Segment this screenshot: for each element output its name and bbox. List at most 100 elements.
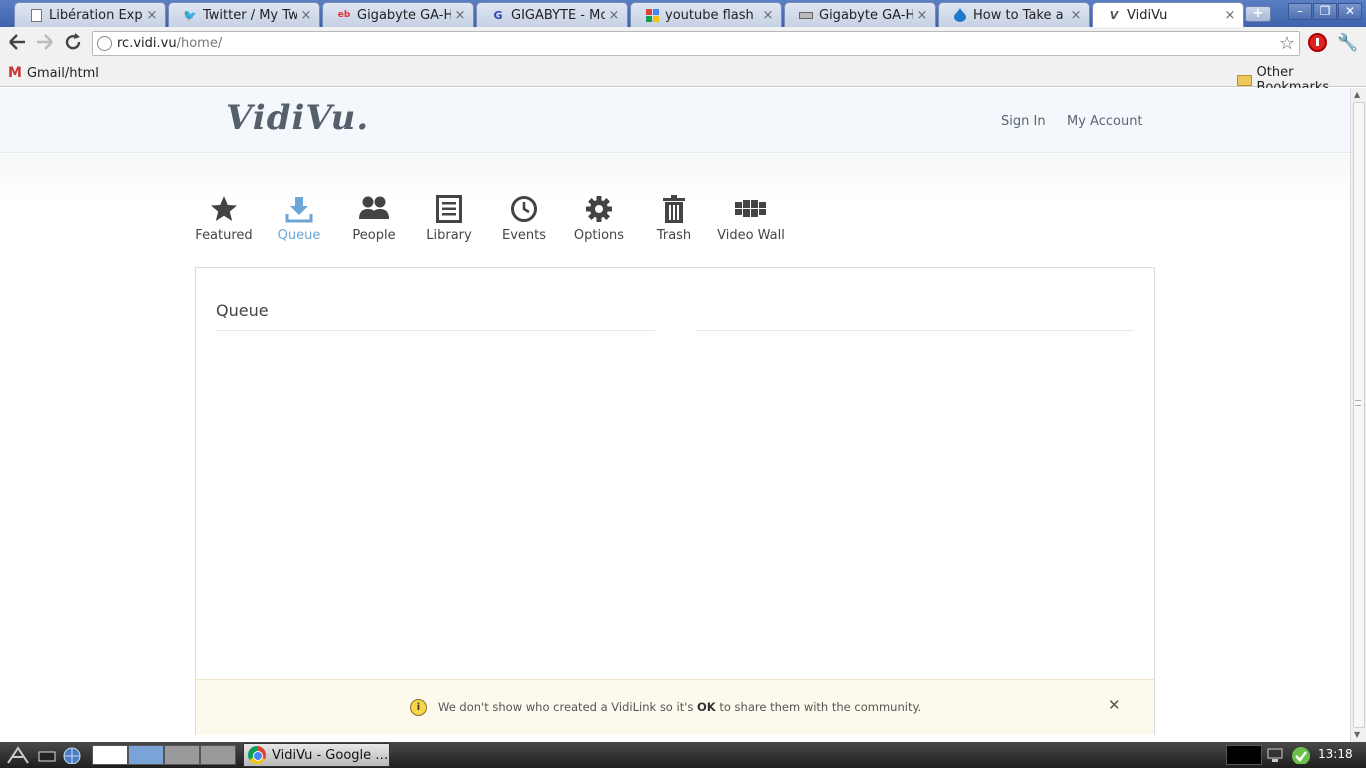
bookmark-gmail[interactable]: M Gmail/html	[8, 65, 99, 81]
my-account-link[interactable]: My Account	[1067, 114, 1143, 129]
forward-arrow-icon	[37, 34, 53, 50]
nav-featured[interactable]: Featured	[189, 194, 259, 243]
desktop-4[interactable]	[200, 745, 236, 765]
close-icon[interactable]: ×	[451, 8, 469, 23]
tab-liberation[interactable]: Libération Exp… ×	[14, 2, 166, 27]
nav-label: Options	[573, 228, 625, 243]
drive-icon	[799, 8, 813, 22]
nav-label: Featured	[195, 228, 253, 243]
nav-video-wall[interactable]: Video Wall	[716, 194, 786, 243]
ebay-icon: eb	[337, 10, 351, 20]
sign-in-link[interactable]: Sign In	[1001, 114, 1046, 129]
reload-icon	[65, 33, 81, 50]
scroll-up-icon[interactable]: ▲	[1354, 90, 1360, 99]
desktop-3[interactable]	[164, 745, 200, 765]
vertical-scrollbar[interactable]: ▲ ▼	[1350, 88, 1366, 742]
tab-gigabyte-2[interactable]: Gigabyte GA-H… ×	[784, 2, 936, 27]
tab-title: Libération Exp…	[49, 7, 143, 23]
nav-label: Queue	[277, 228, 321, 243]
tab-title: Gigabyte GA-H…	[819, 7, 913, 23]
new-tab-button[interactable]: +	[1245, 6, 1271, 22]
divider	[216, 330, 655, 331]
drupal-icon	[953, 8, 967, 22]
nav-queue[interactable]: Queue	[264, 194, 334, 243]
scroll-down-icon[interactable]: ▼	[1354, 730, 1360, 739]
tab-gigabyte[interactable]: G GIGABYTE - Mo… ×	[476, 2, 628, 27]
tab-title: How to Take a …	[973, 7, 1067, 23]
network-icon[interactable]	[1266, 746, 1284, 764]
site-logo[interactable]: VidiVu.	[226, 98, 369, 138]
tab-ebay[interactable]: eb Gigabyte GA-H… ×	[322, 2, 474, 27]
task-label: VidiVu - Google …	[272, 747, 389, 763]
notice-text: We don't show who created a VidiLink so …	[438, 700, 698, 714]
taskbar-chrome-window[interactable]: VidiVu - Google …	[243, 743, 390, 767]
nav-people[interactable]: People	[339, 194, 409, 243]
bookmark-label: Gmail/html	[26, 65, 99, 81]
chrome-icon	[248, 746, 266, 764]
close-icon[interactable]: ×	[1221, 8, 1239, 23]
nav-trash[interactable]: Trash	[639, 194, 709, 243]
nav-label: Video Wall	[717, 228, 785, 243]
tab-youtube-flash[interactable]: youtube flash … ×	[630, 2, 782, 27]
restore-button[interactable]: ❐	[1313, 3, 1337, 20]
start-menu-icon[interactable]	[6, 746, 30, 764]
notice-bold: OK	[697, 700, 716, 714]
window-close-button[interactable]: ✕	[1338, 3, 1362, 20]
web-browser-icon[interactable]	[62, 746, 82, 764]
nav-library[interactable]: Library	[414, 194, 484, 243]
url-host: rc.vidi.vu	[117, 36, 177, 51]
nav-events[interactable]: Events	[489, 194, 559, 243]
close-icon[interactable]: ×	[759, 8, 777, 23]
tab-twitter[interactable]: 🐦 Twitter / My Tw… ×	[168, 2, 320, 27]
nav-label: People	[352, 228, 396, 243]
browser-toolbar: rc.vidi.vu/home/ ☆	[0, 27, 1366, 60]
page-viewport: VidiVu. Sign In My Account Featured Queu…	[0, 88, 1350, 742]
back-button[interactable]	[5, 32, 29, 56]
info-notice: i We don't show who created a VidiLink s…	[196, 679, 1154, 735]
close-icon[interactable]: ×	[297, 8, 315, 23]
bookmark-star-icon[interactable]: ☆	[1279, 33, 1295, 54]
globe-icon	[97, 36, 112, 51]
tab-title: Gigabyte GA-H…	[357, 7, 451, 23]
url-path: /home/	[176, 36, 223, 51]
wrench-icon[interactable]: 🔧	[1337, 33, 1358, 53]
scroll-grip	[1355, 400, 1361, 406]
address-bar[interactable]: rc.vidi.vu/home/ ☆	[92, 31, 1300, 56]
forward-button[interactable]	[33, 32, 57, 56]
nav-label: Trash	[656, 228, 692, 243]
trash-icon	[639, 194, 709, 224]
stop-extension-icon[interactable]	[1308, 33, 1327, 52]
close-icon[interactable]: ×	[605, 8, 623, 23]
close-icon[interactable]: ×	[913, 8, 931, 23]
close-icon[interactable]: ×	[143, 8, 161, 23]
star-icon	[189, 194, 259, 224]
bookmarks-bar: M Gmail/html Other Bookmarks	[0, 60, 1366, 95]
folder-icon	[1237, 74, 1252, 86]
tab-title: Twitter / My Tw…	[203, 7, 297, 23]
clock-icon	[489, 194, 559, 224]
desktop-1[interactable]	[92, 745, 128, 765]
library-icon	[414, 194, 484, 224]
notice-message: We don't show who created a VidiLink so …	[438, 700, 921, 714]
terminal-icon[interactable]	[38, 746, 56, 764]
update-check-icon[interactable]	[1290, 746, 1312, 764]
reload-button[interactable]	[61, 32, 85, 56]
tab-strip: Libération Exp… × 🐦 Twitter / My Tw… × e…	[0, 0, 1366, 28]
nav-options[interactable]: Options	[564, 194, 634, 243]
cpu-monitor	[1226, 745, 1262, 765]
dismiss-notice-button[interactable]: ✕	[1108, 696, 1121, 714]
download-icon	[264, 194, 334, 224]
tab-how-to[interactable]: How to Take a … ×	[938, 2, 1090, 27]
nav-label: Library	[426, 228, 472, 243]
panel-title: Queue	[216, 301, 269, 320]
minimize-button[interactable]: –	[1288, 3, 1312, 20]
video-wall-icon	[716, 194, 786, 224]
nav-label: Events	[501, 228, 546, 243]
back-arrow-icon	[9, 34, 25, 50]
tab-vidivu[interactable]: V VidiVu ×	[1092, 2, 1244, 28]
queue-panel: Queue i We don't show who created a Vidi…	[195, 267, 1155, 735]
desktop-2[interactable]	[128, 745, 164, 765]
clock[interactable]: 13:18	[1318, 747, 1353, 761]
close-icon[interactable]: ×	[1067, 8, 1085, 23]
scroll-thumb[interactable]	[1353, 102, 1365, 728]
